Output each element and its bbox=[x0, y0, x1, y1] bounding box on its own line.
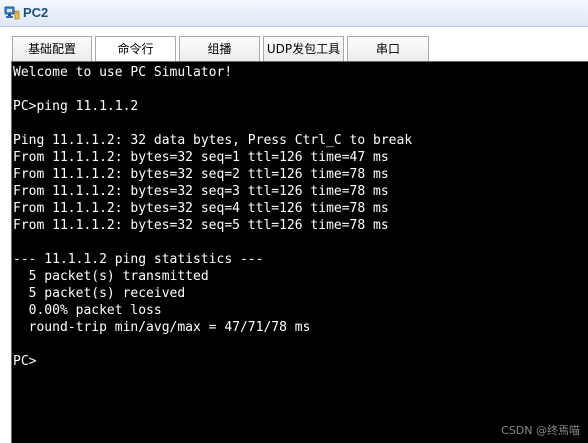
pc-simulator-window: PC2 基础配置 命令行 组播 UDP发包工具 串口 Welcome to us… bbox=[0, 0, 588, 443]
pc-simulator-icon bbox=[4, 5, 20, 21]
terminal-line: From 11.1.1.2: bytes=32 seq=5 ttl=126 ti… bbox=[13, 218, 389, 233]
tab-serial-port[interactable]: 串口 bbox=[347, 36, 429, 61]
tab-command-line[interactable]: 命令行 bbox=[95, 36, 176, 61]
terminal-output: Welcome to use PC Simulator! PC>ping 11.… bbox=[13, 64, 412, 370]
terminal-line: Welcome to use PC Simulator! bbox=[13, 65, 233, 80]
terminal-line: From 11.1.1.2: bytes=32 seq=3 ttl=126 ti… bbox=[13, 184, 389, 199]
tab-basic-config[interactable]: 基础配置 bbox=[12, 36, 92, 61]
terminal-line: From 11.1.1.2: bytes=32 seq=2 ttl=126 ti… bbox=[13, 167, 389, 182]
terminal-line: 5 packet(s) received bbox=[13, 286, 186, 301]
terminal-line: From 11.1.1.2: bytes=32 seq=4 ttl=126 ti… bbox=[13, 201, 389, 216]
title-bar: PC2 bbox=[0, 0, 588, 27]
terminal-line: --- 11.1.1.2 ping statistics --- bbox=[13, 252, 264, 267]
terminal-line: round-trip min/avg/max = 47/71/78 ms bbox=[13, 320, 311, 335]
window-title: PC2 bbox=[23, 5, 49, 20]
watermark: CSDN @终焉喵 bbox=[501, 424, 580, 437]
terminal-line: 0.00% packet loss bbox=[13, 303, 162, 318]
terminal-line: 5 packet(s) transmitted bbox=[13, 269, 209, 284]
command-line-terminal[interactable]: Welcome to use PC Simulator! PC>ping 11.… bbox=[11, 61, 588, 443]
terminal-line: Ping 11.1.1.2: 32 data bytes, Press Ctrl… bbox=[13, 133, 413, 148]
tab-udp-tool[interactable]: UDP发包工具 bbox=[263, 36, 344, 61]
tab-bar: 基础配置 命令行 组播 UDP发包工具 串口 bbox=[0, 27, 588, 62]
terminal-line: From 11.1.1.2: bytes=32 seq=1 ttl=126 ti… bbox=[13, 150, 389, 165]
tab-multicast[interactable]: 组播 bbox=[179, 36, 260, 61]
terminal-line: PC>ping 11.1.1.2 bbox=[13, 99, 139, 114]
terminal-prompt[interactable]: PC> bbox=[13, 353, 412, 370]
